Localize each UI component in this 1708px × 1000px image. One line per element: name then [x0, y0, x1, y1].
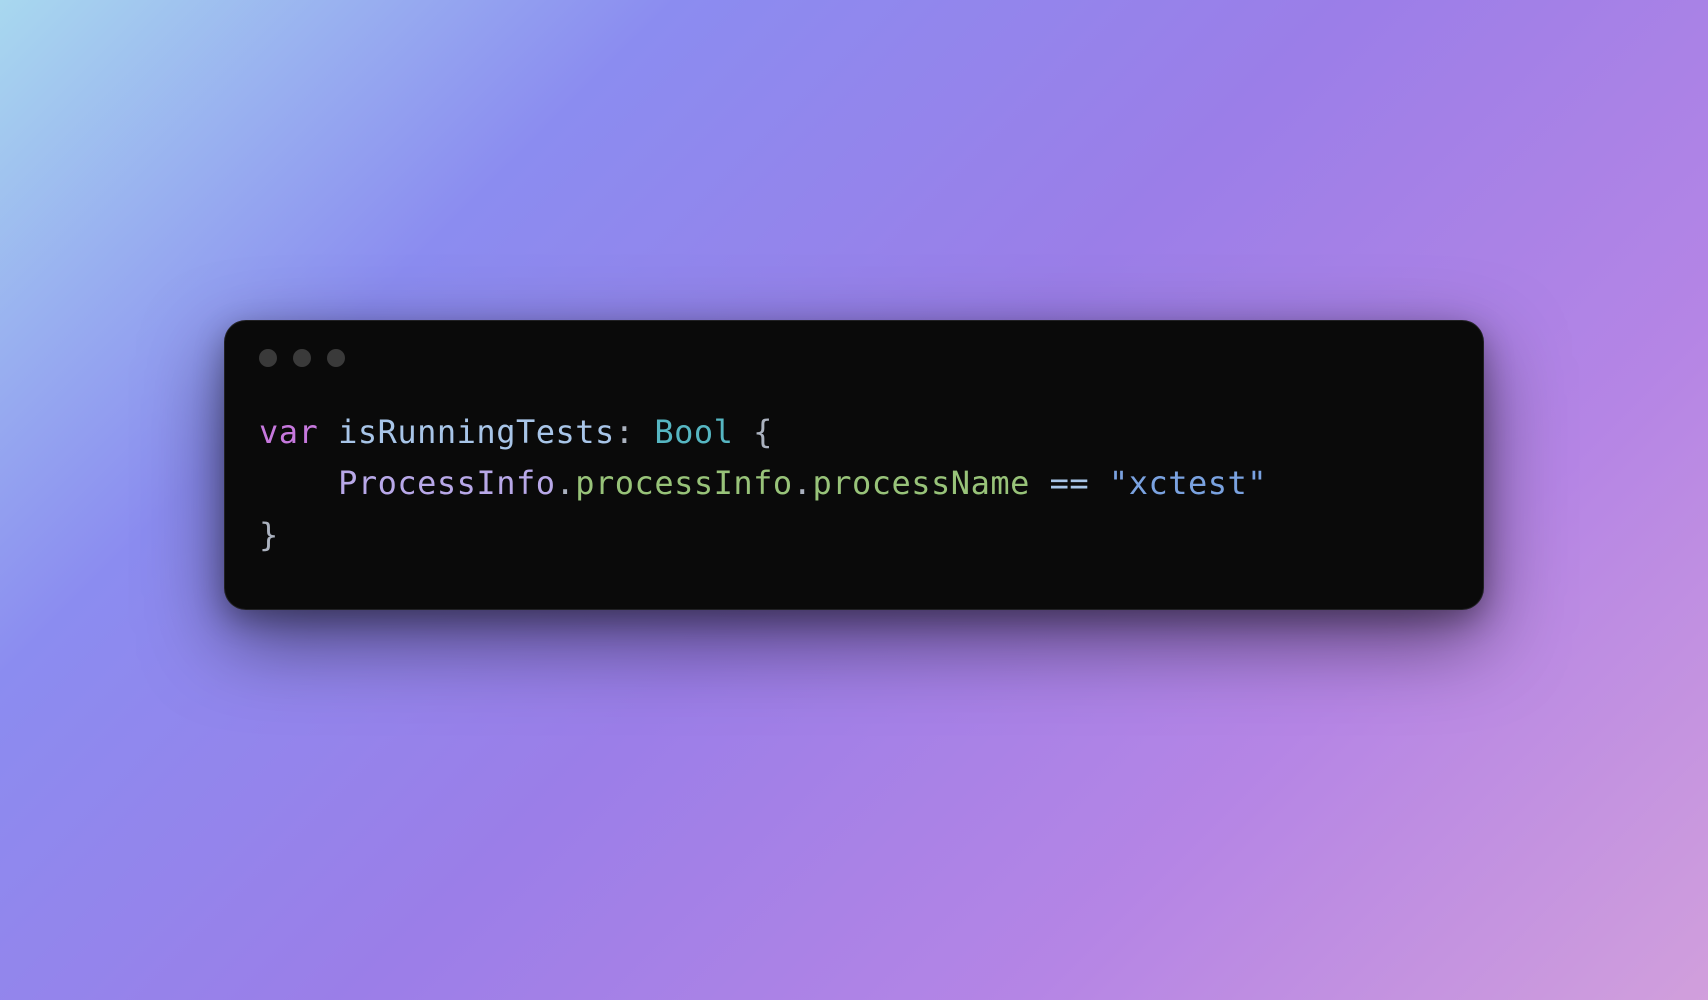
maximize-icon[interactable] [327, 349, 345, 367]
code-brace: { [753, 413, 773, 451]
code-type: Bool [654, 413, 733, 451]
code-identifier: isRunningTests [338, 413, 615, 451]
code-brace: } [259, 516, 279, 554]
minimize-icon[interactable] [293, 349, 311, 367]
code-colon: : [615, 413, 655, 451]
code-dot: . [555, 464, 575, 502]
code-content: var isRunningTests: Bool { ProcessInfo.p… [225, 377, 1483, 609]
code-type-ref: ProcessInfo [338, 464, 555, 502]
code-property: processName [812, 464, 1029, 502]
titlebar [225, 321, 1483, 377]
code-window: var isRunningTests: Bool { ProcessInfo.p… [224, 320, 1484, 610]
code-dot: . [793, 464, 813, 502]
code-keyword: var [259, 413, 318, 451]
code-string: "xctest" [1109, 464, 1267, 502]
code-operator: == [1050, 464, 1090, 502]
code-property: processInfo [575, 464, 792, 502]
close-icon[interactable] [259, 349, 277, 367]
